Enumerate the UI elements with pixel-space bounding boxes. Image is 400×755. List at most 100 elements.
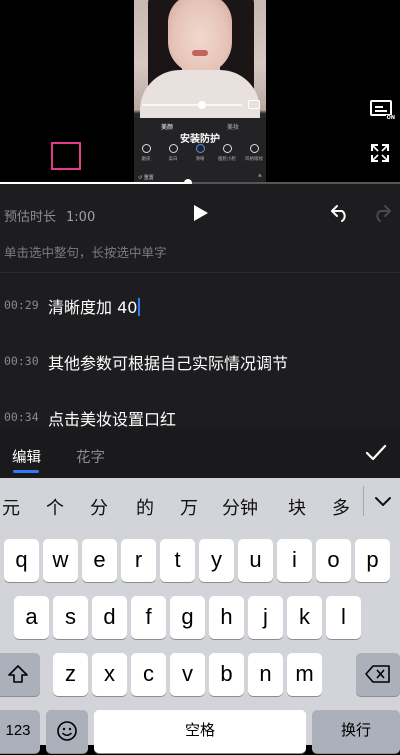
key-a[interactable]: a <box>14 596 49 639</box>
panel-item: 风格眼妆 <box>244 144 264 162</box>
text-cursor <box>138 298 141 316</box>
emoji-icon <box>57 721 77 741</box>
delete-key[interactable] <box>356 653 400 696</box>
emoji-key[interactable] <box>46 710 88 753</box>
collapse-icon: ≚ <box>257 174 262 180</box>
panel-item-label: 美白 <box>168 157 178 162</box>
panel-item: 美白 <box>163 144 183 162</box>
panel-item: 清晰 <box>190 144 210 162</box>
panel-item-label: 磨皮 <box>141 157 151 162</box>
duration-label: 预估时长 <box>4 210 57 225</box>
candidate-word[interactable]: 个 <box>46 494 64 520</box>
panel-item-label: 风格眼妆 <box>245 157 263 162</box>
key-f[interactable]: f <box>131 596 166 639</box>
panel-item-label: 清晰 <box>195 157 205 162</box>
confirm-check-icon[interactable] <box>365 444 387 462</box>
key-m[interactable]: m <box>287 653 322 696</box>
sweater-shape <box>140 70 260 120</box>
caption-line <box>375 110 387 112</box>
subtitle-text-content: 清晰度加 40 <box>48 298 138 317</box>
subtitle-time: 00:29 <box>4 298 39 312</box>
panel-bottom: ↺ 重置 ≚ <box>138 174 262 181</box>
candidate-word[interactable]: 块 <box>288 494 306 520</box>
key-w[interactable]: w <box>43 539 78 582</box>
key-y[interactable]: y <box>199 539 234 582</box>
key-j[interactable]: j <box>248 596 283 639</box>
subtitle-row[interactable]: 00:30 其他参数可根据自己实际情况调节 <box>0 334 400 392</box>
subtitle-text[interactable]: 点击美妆设置口红 <box>48 406 176 430</box>
key-z[interactable]: z <box>53 653 88 696</box>
key-i[interactable]: i <box>277 539 312 582</box>
divider <box>0 272 400 273</box>
subtitle-text[interactable]: 清晰度加 40 <box>48 294 141 318</box>
undo-icon[interactable] <box>330 204 350 222</box>
fullscreen-icon[interactable] <box>370 143 390 163</box>
estimated-duration: 预估时长 1:00 <box>4 206 95 225</box>
key-g[interactable]: g <box>170 596 205 639</box>
duration-value: 1:00 <box>66 210 96 225</box>
tab-indicator <box>13 470 39 473</box>
tab-edit[interactable]: 编辑 <box>12 446 41 467</box>
key-x[interactable]: x <box>92 653 127 696</box>
screen-icon <box>248 100 260 109</box>
circle-icon <box>141 144 151 153</box>
key-u[interactable]: u <box>238 539 273 582</box>
play-icon[interactable] <box>193 204 209 222</box>
panel-tab-makeup: 美妆 <box>226 124 239 131</box>
candidate-word[interactable]: 多 <box>332 494 350 520</box>
backspace-icon <box>365 665 390 683</box>
caption-on-badge: ON <box>385 115 396 121</box>
key-k[interactable]: k <box>287 596 322 639</box>
circle-icon <box>195 144 205 153</box>
chevron-down-icon[interactable] <box>372 492 394 510</box>
return-key[interactable]: 换行 <box>312 710 400 753</box>
key-h[interactable]: h <box>209 596 244 639</box>
beauty-panel: 美颜 美妆 安装防护 磨皮 美白 清晰 瘦脸小脸 风格眼妆 ↺ 重置 ≚ <box>134 118 266 183</box>
inner-slider-track <box>142 104 242 106</box>
key-e[interactable]: e <box>82 539 117 582</box>
candidate-word[interactable]: 的 <box>136 494 154 520</box>
key-r[interactable]: r <box>121 539 156 582</box>
overlay-text: 安装防护 <box>180 134 220 145</box>
key-b[interactable]: b <box>209 653 244 696</box>
panel-item: 瘦脸小脸 <box>217 144 237 162</box>
selection-hint: 单击选中整句，长按选中单字 <box>4 245 167 260</box>
key-l[interactable]: l <box>326 596 361 639</box>
candidate-bar: 元 个 分 的 万 分钟 块 多 <box>0 478 400 525</box>
redo-icon[interactable] <box>372 204 392 222</box>
caption-toggle-icon[interactable]: ON <box>370 100 396 121</box>
panel-item-label: 瘦脸小脸 <box>218 157 236 162</box>
key-n[interactable]: n <box>248 653 283 696</box>
subtitle-text[interactable]: 其他参数可根据自己实际情况调节 <box>48 350 288 374</box>
key-s[interactable]: s <box>53 596 88 639</box>
face-shape <box>168 0 232 74</box>
circle-icon <box>168 144 178 153</box>
key-q[interactable]: q <box>4 539 39 582</box>
candidate-word[interactable]: 元 <box>2 494 20 520</box>
ime-keyboard: 元 个 分 的 万 分钟 块 多 q w e r t y u i o p a s… <box>0 478 400 753</box>
highlight-box <box>51 142 81 170</box>
numbers-key[interactable]: 123 <box>0 710 40 753</box>
candidate-word[interactable]: 分钟 <box>222 494 258 520</box>
shift-key[interactable] <box>0 653 40 696</box>
candidate-word[interactable]: 分 <box>90 494 108 520</box>
tab-flower-text[interactable]: 花字 <box>76 446 105 467</box>
key-p[interactable]: p <box>355 539 390 582</box>
video-frame[interactable]: 美颜 美妆 安装防护 磨皮 美白 清晰 瘦脸小脸 风格眼妆 ↺ 重置 ≚ <box>134 0 266 183</box>
subtitle-time: 00:30 <box>4 354 39 368</box>
key-v[interactable]: v <box>170 653 205 696</box>
eye-icon <box>249 144 259 153</box>
key-c[interactable]: c <box>131 653 166 696</box>
space-key[interactable]: 空格 <box>94 710 306 753</box>
candidate-word[interactable]: 万 <box>180 494 198 520</box>
video-preview[interactable]: 美颜 美妆 安装防护 磨皮 美白 清晰 瘦脸小脸 风格眼妆 ↺ 重置 ≚ ON <box>0 0 400 183</box>
key-o[interactable]: o <box>316 539 351 582</box>
lips-shape <box>192 50 208 56</box>
key-t[interactable]: t <box>160 539 195 582</box>
beauty-panel-items: 磨皮 美白 清晰 瘦脸小脸 风格眼妆 <box>136 144 264 162</box>
circle-icon <box>222 144 232 153</box>
edit-tabbar: 编辑 花字 <box>0 428 400 478</box>
candidate-separator <box>363 486 364 516</box>
subtitle-row[interactable]: 00:29 清晰度加 40 <box>0 276 400 334</box>
key-d[interactable]: d <box>92 596 127 639</box>
